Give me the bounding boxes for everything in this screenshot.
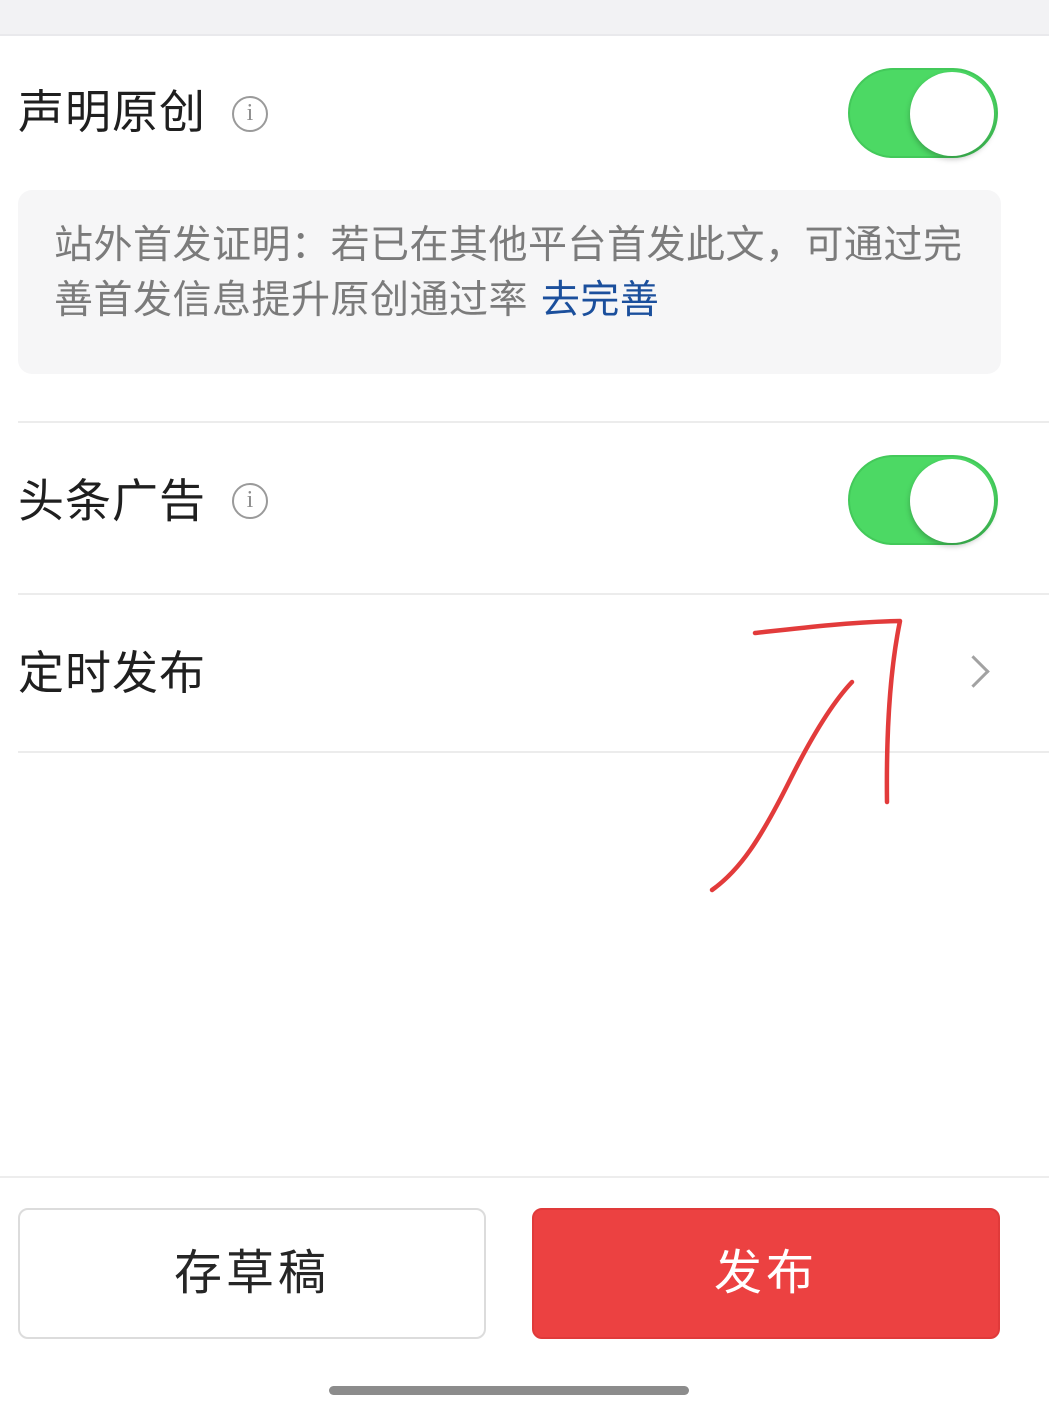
notice-text: 站外首发证明：若已在其他平台首发此文，可通过完善首发信息提升原创通过率: [54, 223, 963, 323]
notice-text-block: 站外首发证明：若已在其他平台首发此文，可通过完善首发信息提升原创通过率 去完善: [54, 218, 965, 328]
scheduled-publish-row[interactable]: 定时发布: [0, 595, 1049, 751]
action-bar-divider: [0, 1176, 1049, 1178]
original-declaration-label: 声明原创: [18, 85, 206, 139]
publish-button[interactable]: 发布: [532, 1208, 1000, 1339]
headline-ads-label: 头条广告: [18, 474, 206, 528]
info-icon[interactable]: i: [232, 96, 268, 132]
first-publish-notice: 站外首发证明：若已在其他平台首发此文，可通过完善首发信息提升原创通过率 去完善: [18, 190, 1001, 374]
scheduled-publish-label: 定时发布: [18, 646, 206, 700]
original-declaration-row: 声明原创 i: [0, 36, 1049, 190]
toggle-knob: [910, 72, 994, 156]
top-strip: [0, 0, 1049, 36]
headline-ads-row: 头条广告 i: [0, 423, 1049, 593]
info-icon[interactable]: i: [232, 483, 268, 519]
save-draft-button[interactable]: 存草稿: [18, 1208, 486, 1339]
toggle-knob: [910, 459, 994, 543]
original-declaration-toggle[interactable]: [848, 68, 998, 158]
headline-ads-toggle[interactable]: [848, 455, 998, 545]
complete-info-link[interactable]: 去完善: [541, 278, 660, 323]
home-indicator[interactable]: [329, 1386, 689, 1395]
divider: [18, 751, 1049, 753]
